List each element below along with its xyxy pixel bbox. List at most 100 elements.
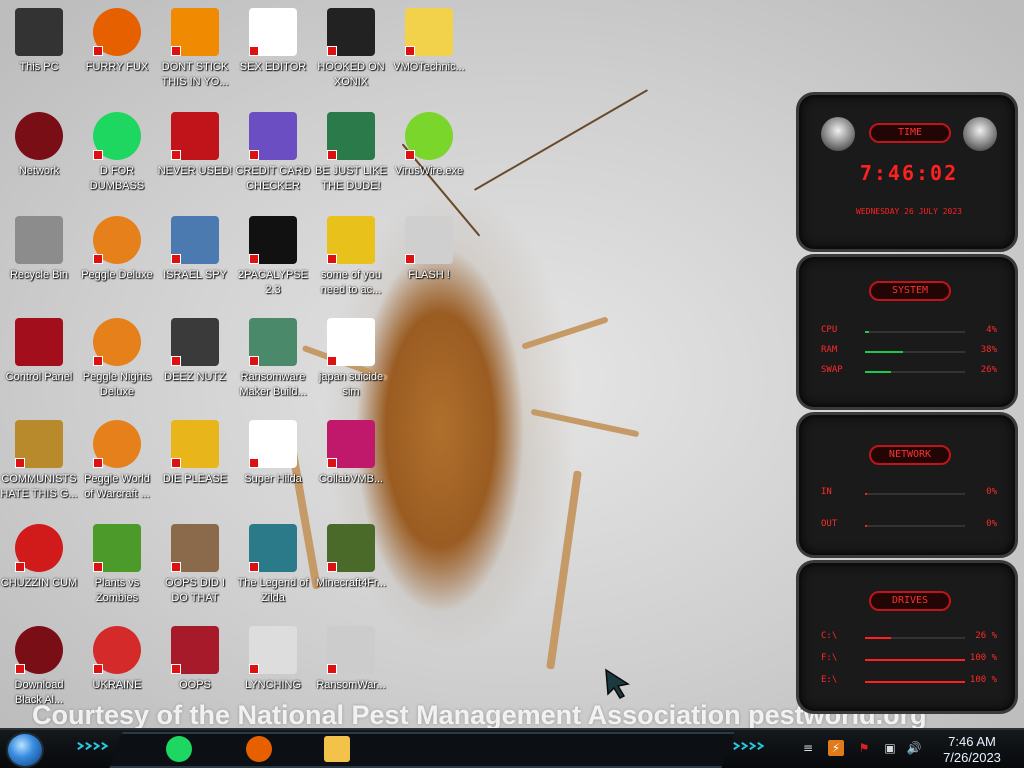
desktop-icon[interactable]: HOOKED ON XONIX bbox=[312, 2, 390, 98]
gadget-row: F:\ 100 % bbox=[821, 653, 997, 667]
desktop-icon[interactable]: FLASH ! bbox=[390, 210, 468, 306]
desktop-icon[interactable]: OOPS bbox=[156, 620, 234, 716]
gadget-row-label: OUT bbox=[821, 519, 838, 529]
desktop-icon[interactable]: FURRY FUX bbox=[78, 2, 156, 98]
shortcut-arrow-icon bbox=[171, 562, 181, 572]
desktop-icon[interactable]: CREDIT CARD CHECKER bbox=[234, 106, 312, 202]
tray-network-icon[interactable]: ▣ bbox=[882, 740, 898, 756]
desktop-icon-label: COMMUNISTS HATE THIS G... bbox=[0, 473, 78, 500]
desktop-icon[interactable]: SEX EDITOR bbox=[234, 2, 312, 98]
gadget-row-label: CPU bbox=[821, 325, 838, 335]
taskbar-clock-date[interactable]: 7/26/2023 bbox=[930, 750, 1014, 765]
shortcut-arrow-icon bbox=[93, 458, 103, 468]
drives-gadget[interactable]: DRIVES C:\ 26 % F:\ 100 % E:\ 100 % bbox=[796, 560, 1018, 714]
system-gadget[interactable]: SYSTEM CPU 4% RAM 38% SWAP 26% bbox=[796, 254, 1018, 410]
desktop-icon-label: BE JUST LIKE THE DUDE! bbox=[315, 165, 387, 192]
gadget-row-label: E:\ bbox=[821, 675, 838, 685]
desktop-icon[interactable]: DIE PLEASE bbox=[156, 414, 234, 510]
desktop-icon[interactable]: Network bbox=[0, 106, 78, 202]
desktop-icon[interactable]: Plants vs Zombies bbox=[78, 518, 156, 614]
desktop-icon-label: OOPS DID I DO THAT bbox=[165, 577, 225, 604]
taskbar-clock-time[interactable]: 7:46 AM bbox=[930, 734, 1014, 749]
desktop-icon[interactable]: Peggle Deluxe bbox=[78, 210, 156, 306]
desktop-icon[interactable]: Download Black Al... bbox=[0, 620, 78, 716]
tray-overflow-icon[interactable]: ≡ bbox=[800, 740, 816, 756]
desktop-icon[interactable]: some of you need to ac... bbox=[312, 210, 390, 306]
cartoon-face-icon bbox=[405, 8, 453, 56]
desktop-icon[interactable]: DEEZ NUTZ bbox=[156, 312, 234, 408]
desktop-icon[interactable]: RansomWar... bbox=[312, 620, 390, 716]
red-orb-icon bbox=[15, 626, 63, 674]
tray-flag-icon[interactable]: ⚑ bbox=[856, 740, 872, 756]
desktop-icon[interactable]: LYNCHING bbox=[234, 620, 312, 716]
red-orb-icon bbox=[15, 112, 63, 160]
shortcut-arrow-icon bbox=[93, 254, 103, 264]
desktop-icon[interactable]: Super Hilda bbox=[234, 414, 312, 510]
pixel-dog-icon bbox=[249, 420, 297, 468]
gadget-bar-fill bbox=[865, 637, 891, 639]
scooby-icon bbox=[327, 216, 375, 264]
desktop-icon-label: some of you need to ac... bbox=[320, 269, 382, 296]
desktop-icon[interactable]: Minecraft4Fr... bbox=[312, 518, 390, 614]
desktop-icon[interactable]: CHUZZIN CUM bbox=[0, 518, 78, 614]
desktop-icon[interactable]: 2PACALYPSE 2.3 bbox=[234, 210, 312, 306]
desktop-icon-label: DONT STICK THIS IN YO... bbox=[161, 61, 229, 88]
gadget-row: RAM 38% bbox=[821, 345, 997, 359]
taskbar-pinned-app[interactable] bbox=[160, 732, 198, 766]
desktop-icon[interactable]: D FOR DUMBASS bbox=[78, 106, 156, 202]
collabvm-icon bbox=[327, 420, 375, 468]
desktop-icon[interactable]: DONT STICK THIS IN YO... bbox=[156, 2, 234, 98]
shortcut-arrow-icon bbox=[15, 562, 25, 572]
file-explorer-icon bbox=[324, 736, 350, 762]
spotify-icon bbox=[166, 736, 192, 762]
desktop-icon[interactable]: VirusWire.exe bbox=[390, 106, 468, 202]
desktop-icon[interactable]: Peggle World of Warcraft ... bbox=[78, 414, 156, 510]
taskbar-pinned-app[interactable] bbox=[318, 732, 356, 766]
shortcut-arrow-icon bbox=[171, 46, 181, 56]
desktop-icon-label: This PC bbox=[19, 61, 59, 73]
desktop-icon[interactable]: Peggle Nights Deluxe bbox=[78, 312, 156, 408]
tray-app-icon[interactable]: ⚡ bbox=[828, 740, 844, 756]
taskbar-pinned-app[interactable] bbox=[240, 732, 278, 766]
desktop-icon[interactable]: NEVER USED! bbox=[156, 106, 234, 202]
window-app-icon bbox=[249, 318, 297, 366]
shortcut-arrow-icon bbox=[171, 254, 181, 264]
peggle-icon bbox=[93, 318, 141, 366]
desktop-icon[interactable]: Control Panel bbox=[0, 312, 78, 408]
desktop-icon[interactable]: VMOTechnic... bbox=[390, 2, 468, 98]
network-gadget[interactable]: NETWORK IN 0% OUT 0% bbox=[796, 412, 1018, 558]
desktop-icon[interactable]: CollabVMB... bbox=[312, 414, 390, 510]
desktop-icon-label: OOPS bbox=[179, 679, 211, 691]
alien-head-icon bbox=[821, 117, 855, 151]
firefox-icon bbox=[246, 736, 272, 762]
desktop-icon[interactable]: BE JUST LIKE THE DUDE! bbox=[312, 106, 390, 202]
desktop-icon-label: UKRAINE bbox=[92, 679, 142, 691]
desktop-icon[interactable]: Ransomware Maker Build... bbox=[234, 312, 312, 408]
gadget-row-value: 38% bbox=[980, 345, 997, 355]
desktop-icon[interactable]: ISRAEL SPY bbox=[156, 210, 234, 306]
gadget-row-value: 0% bbox=[986, 519, 997, 529]
desktop-icon[interactable]: This PC bbox=[0, 2, 78, 98]
desktop-icon-label: HOOKED ON XONIX bbox=[317, 61, 385, 88]
tray-volume-icon[interactable]: 🔊 bbox=[906, 740, 922, 756]
gadget-bar-track bbox=[865, 351, 965, 353]
desktop-icon-label: DIE PLEASE bbox=[162, 473, 228, 485]
desktop-icon[interactable]: COMMUNISTS HATE THIS G... bbox=[0, 414, 78, 510]
desktop-icon-label: SEX EDITOR bbox=[239, 61, 307, 73]
time-gadget[interactable]: TIME 7:46:02 WEDNESDAY 26 JULY 2023 bbox=[796, 92, 1018, 252]
desktop-icon-label: Plants vs Zombies bbox=[94, 577, 140, 604]
desktop-icon-label: D FOR DUMBASS bbox=[89, 165, 145, 192]
gadget-bar-fill bbox=[865, 493, 867, 495]
desktop-icon[interactable]: UKRAINE bbox=[78, 620, 156, 716]
desktop-icon-label: Peggle World of Warcraft ... bbox=[84, 473, 150, 500]
hanger-icon bbox=[249, 626, 297, 674]
japan-sim-icon bbox=[327, 318, 375, 366]
desktop-icon-label: The Legend of Zilda bbox=[237, 577, 309, 604]
start-button[interactable] bbox=[6, 732, 44, 768]
desktop-icon-label: DEEZ NUTZ bbox=[164, 371, 226, 383]
desktop-icon[interactable]: The Legend of Zilda bbox=[234, 518, 312, 614]
shortcut-arrow-icon bbox=[93, 150, 103, 160]
desktop-icon[interactable]: Recycle Bin bbox=[0, 210, 78, 306]
desktop-icon[interactable]: OOPS DID I DO THAT bbox=[156, 518, 234, 614]
desktop-icon[interactable]: japan suicide sim bbox=[312, 312, 390, 408]
